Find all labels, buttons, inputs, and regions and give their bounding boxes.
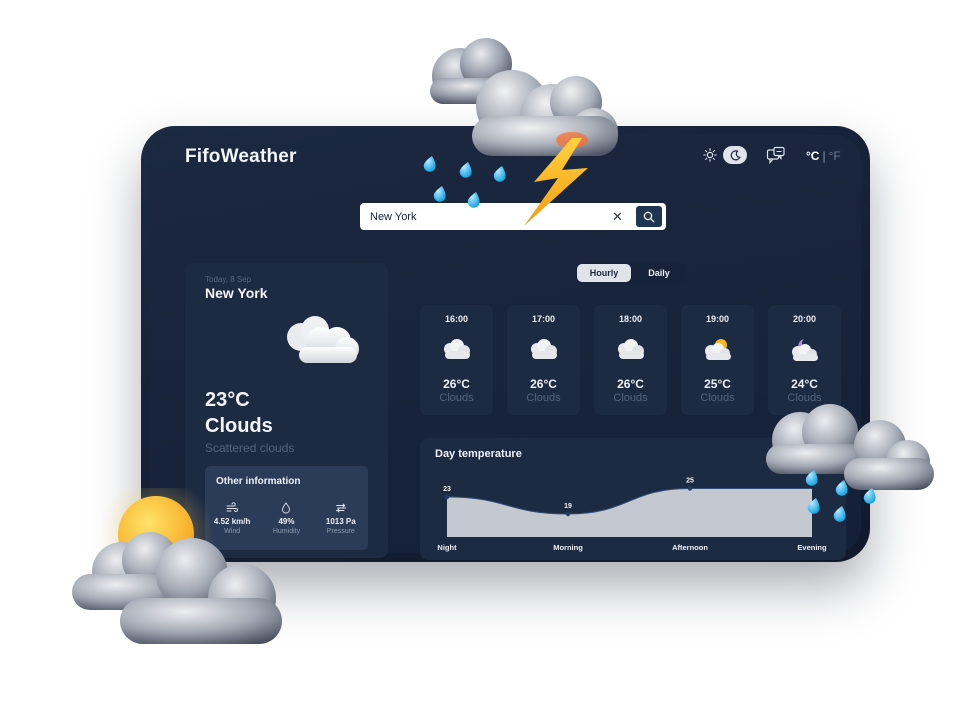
current-date: Today, 8 Sep [205, 275, 252, 284]
temperature-point[interactable] [565, 511, 571, 517]
hourly-card[interactable]: 17:00 26°C Clouds [507, 305, 580, 415]
hour-condition: Clouds [613, 392, 648, 404]
pressure-info: 1013 Pa Pressure [316, 502, 366, 535]
dark-mode-button[interactable] [723, 146, 747, 164]
search-button[interactable] [636, 206, 662, 227]
hourly-card[interactable]: 16:00 26°C Clouds [420, 305, 493, 415]
unit-switch[interactable]: °C | °F [806, 149, 841, 163]
hour-temperature: 26°C [617, 377, 644, 391]
sun-cloud-icon [705, 339, 731, 360]
hour-time: 20:00 [792, 314, 817, 324]
forecast-tabs: Hourly Daily [576, 263, 686, 283]
current-condition: Clouds [205, 415, 273, 437]
pressure-value: 1013 Pa [325, 517, 356, 526]
current-city: New York [205, 285, 268, 301]
current-temperature: 23°C [205, 389, 250, 411]
hour-condition: Clouds [526, 392, 561, 404]
moon-cloud-icon [792, 339, 818, 361]
hour-temperature: 26°C [530, 377, 557, 391]
hour-time: 19:00 [705, 314, 730, 324]
rain-cloud-icon [766, 404, 934, 522]
cloud-icon [287, 316, 359, 363]
unit-separator: | [822, 149, 826, 163]
fahrenheit-option[interactable]: °F [829, 149, 841, 163]
temperature-data-label: 23 [443, 486, 451, 493]
hourly-card[interactable]: 19:00 25°C Clouds [681, 305, 754, 415]
hour-temperature: 26°C [443, 377, 470, 391]
temperature-data-label: 19 [564, 503, 572, 510]
hourly-card[interactable]: 18:00 26°C Clouds [594, 305, 667, 415]
moon-icon [730, 149, 741, 160]
x-tick-label: Afternoon [672, 543, 708, 552]
other-information-title: Other information [216, 476, 301, 487]
celsius-option[interactable]: °C [806, 149, 819, 163]
search-icon [643, 211, 655, 222]
temperature-data-label: 25 [686, 478, 694, 485]
hour-temperature: 25°C [704, 377, 731, 391]
cloud-icon [618, 339, 644, 359]
hour-condition: Clouds [700, 392, 735, 404]
cloud-icon [444, 339, 470, 359]
hour-condition: Clouds [439, 392, 474, 404]
cloud-icon [531, 339, 557, 359]
storm-cloud-icon [423, 38, 618, 226]
sun-icon[interactable] [703, 148, 717, 162]
sun-cloud-icon [72, 488, 282, 644]
theme-toggle[interactable] [703, 146, 747, 164]
current-description: Scattered clouds [205, 441, 295, 455]
app-logo: FifoWeather [185, 146, 297, 167]
x-tick-label: Night [437, 543, 457, 552]
tab-daily[interactable]: Daily [636, 264, 682, 282]
x-tick-label: Morning [553, 543, 583, 552]
x-tick-label: Evening [797, 543, 827, 552]
temperature-area [447, 488, 812, 537]
pressure-icon [335, 503, 346, 513]
hour-time: 17:00 [531, 314, 556, 324]
hour-time: 16:00 [444, 314, 469, 324]
tab-hourly[interactable]: Hourly [577, 264, 631, 282]
temperature-point[interactable] [687, 486, 693, 491]
hourly-card[interactable]: 20:00 24°C Clouds [768, 305, 841, 415]
temperature-point[interactable] [444, 494, 450, 500]
pressure-label: Pressure [326, 528, 355, 535]
chat-icon[interactable] [766, 146, 786, 166]
hour-time: 18:00 [618, 314, 643, 324]
hour-temperature: 24°C [791, 377, 818, 391]
